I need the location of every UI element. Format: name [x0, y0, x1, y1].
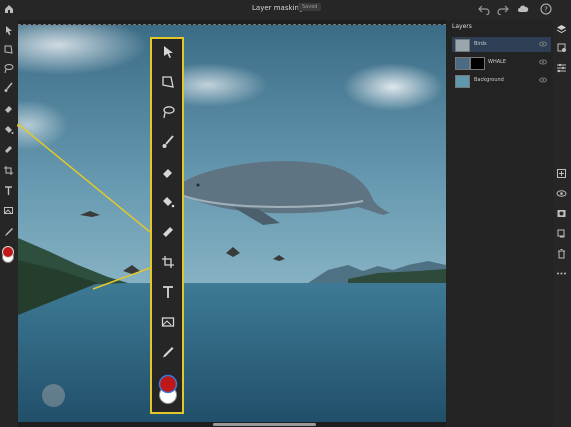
more-icon[interactable]	[556, 268, 567, 279]
clip-icon[interactable]	[556, 228, 567, 239]
lasso-tool-icon[interactable]	[3, 63, 14, 74]
fill-tool-zoom-icon[interactable]	[161, 195, 175, 209]
touch-indicator	[42, 384, 65, 407]
layer-name: WHALE	[488, 59, 507, 65]
eye-icon[interactable]	[539, 77, 547, 83]
adjustments-icon[interactable]	[556, 62, 567, 73]
transform-tool-icon[interactable]	[3, 44, 14, 55]
save-status-badge: Saved	[298, 3, 322, 11]
place-image-tool-icon[interactable]	[3, 205, 14, 216]
right-rail	[553, 20, 571, 427]
top-bar: Layer masking Saved ?	[0, 0, 571, 20]
layer-row-background[interactable]: Background	[452, 73, 551, 88]
layer-properties-icon[interactable]	[556, 42, 567, 53]
left-toolbar	[0, 20, 18, 427]
healing-tool-zoom-icon[interactable]	[161, 225, 175, 239]
help-icon[interactable]: ?	[540, 3, 552, 15]
place-image-tool-zoom-icon[interactable]	[161, 315, 175, 329]
delete-layer-icon[interactable]	[556, 248, 567, 259]
type-tool-icon[interactable]	[3, 185, 14, 196]
eraser-tool-icon[interactable]	[3, 103, 14, 114]
lasso-tool-zoom-icon[interactable]	[161, 105, 175, 119]
layer-thumbnail	[455, 57, 470, 70]
fill-tool-icon[interactable]	[3, 124, 14, 135]
brush-tool-zoom-icon[interactable]	[161, 135, 175, 149]
layer-mask-thumbnail[interactable]	[470, 57, 485, 70]
layer-name: Birds	[474, 41, 487, 47]
color-swatches[interactable]	[1, 246, 15, 264]
svg-text:?: ?	[544, 6, 548, 14]
cloud-icon[interactable]	[517, 3, 529, 15]
undo-icon[interactable]	[478, 3, 490, 15]
redo-icon[interactable]	[497, 3, 509, 15]
crop-tool-icon[interactable]	[3, 165, 14, 176]
layer-row-birds[interactable]: Birds	[452, 37, 551, 52]
select-tool-zoom-icon[interactable]	[161, 45, 175, 59]
mask-icon[interactable]	[556, 208, 567, 219]
eye-icon[interactable]	[539, 59, 547, 65]
select-tool-icon[interactable]	[3, 25, 14, 36]
type-tool-zoom-icon[interactable]	[161, 285, 175, 299]
color-swatches-zoom[interactable]	[157, 371, 179, 407]
eye-icon[interactable]	[539, 41, 547, 47]
document-canvas[interactable]	[18, 24, 446, 422]
layer-thumbnail	[455, 75, 470, 88]
home-icon[interactable]	[3, 3, 15, 15]
horizontal-scrollbar[interactable]	[213, 423, 316, 426]
crop-tool-zoom-icon[interactable]	[161, 255, 175, 269]
layer-row-whale[interactable]: WHALE	[452, 55, 551, 70]
healing-tool-icon[interactable]	[3, 144, 14, 155]
layers-icon[interactable]	[556, 24, 567, 35]
brush-tool-icon[interactable]	[3, 82, 14, 93]
layer-thumbnail	[455, 39, 470, 52]
layer-name: Background	[474, 77, 504, 83]
visibility-icon[interactable]	[556, 188, 567, 199]
layers-panel: Layers Birds WHALE Background	[446, 20, 553, 427]
canvas-image	[18, 25, 446, 422]
document-title: Layer masking	[252, 4, 304, 12]
eyedropper-tool-zoom-icon[interactable]	[161, 345, 175, 359]
eyedropper-tool-icon[interactable]	[3, 226, 14, 237]
highlighted-toolbar	[150, 37, 184, 414]
transform-tool-zoom-icon[interactable]	[161, 75, 175, 89]
add-layer-icon[interactable]	[556, 168, 567, 179]
eraser-tool-zoom-icon[interactable]	[161, 165, 175, 179]
layers-panel-title: Layers	[452, 23, 472, 30]
